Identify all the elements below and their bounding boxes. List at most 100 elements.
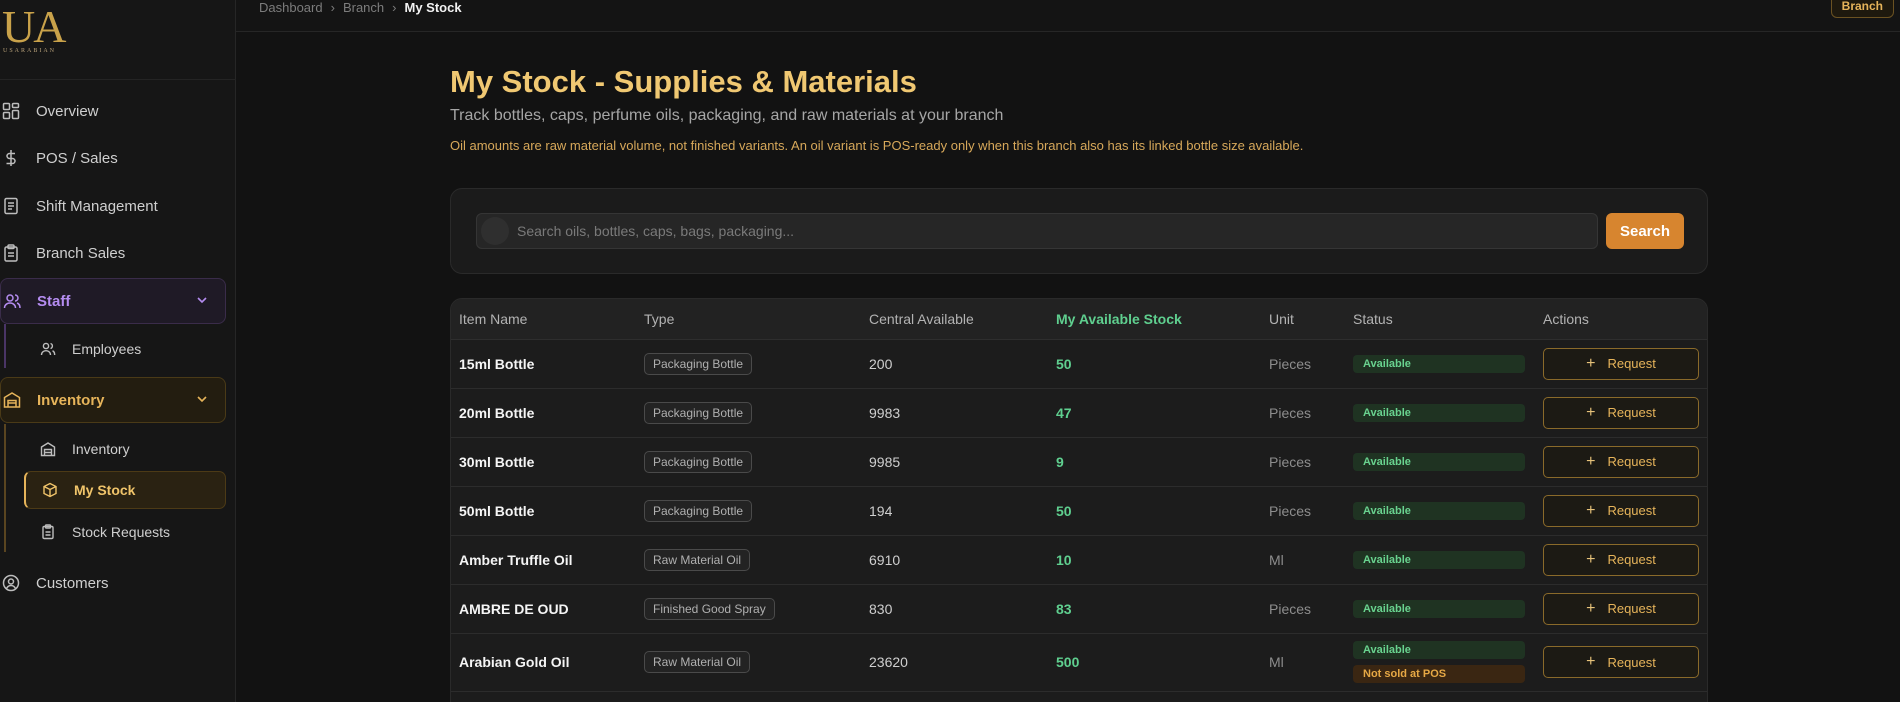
plus-icon: + <box>1586 550 1596 568</box>
sidebar-item-label: Shift Management <box>36 197 158 215</box>
request-label: Request <box>1607 356 1656 371</box>
page-note: Oil amounts are raw material volume, not… <box>450 138 1304 153</box>
my-available-stock: 47 <box>1048 388 1261 438</box>
col-status[interactable]: Status <box>1345 299 1535 340</box>
type-chip: Raw Material Oil <box>644 548 751 571</box>
actions-cell: + Request <box>1535 339 1707 389</box>
central-available: 23620 <box>861 633 1048 692</box>
sidebar: UA USARABIAN Overview POS / Sales Shift … <box>0 0 236 702</box>
sidebar-item-label: Overview <box>36 102 99 120</box>
search-input[interactable] <box>517 223 1597 239</box>
sidebar-item-label: Customers <box>36 574 109 592</box>
central-available: 200 <box>861 339 1048 389</box>
request-button[interactable]: + Request <box>1543 543 1699 576</box>
status-badge: Available <box>1353 403 1525 422</box>
type-chip: Finished Good Spray <box>644 597 775 620</box>
inventory-submenu-line <box>4 424 6 552</box>
sidebar-item-my-stock[interactable]: My Stock <box>24 471 226 509</box>
request-button[interactable]: + Request <box>1543 592 1699 625</box>
request-button[interactable]: + Request <box>1543 396 1699 429</box>
sidebar-item-branch-sales[interactable]: Branch Sales <box>0 230 228 276</box>
unit: Ml <box>1261 633 1345 692</box>
status-cell: Available <box>1345 535 1535 585</box>
logo[interactable]: UA USARABIAN <box>0 0 236 80</box>
table-header-row: Item Name Type Central Available My Avai… <box>451 299 1707 340</box>
sidebar-group-staff[interactable]: Staff <box>0 278 226 324</box>
col-type[interactable]: Type <box>636 299 861 340</box>
search-panel: Search <box>450 188 1708 274</box>
search-button[interactable]: Search <box>1606 213 1684 249</box>
search-icon <box>481 217 509 245</box>
request-button[interactable]: + Request <box>1543 494 1699 527</box>
item-name: AMBRE DE OUD <box>451 584 636 634</box>
col-my-available-stock[interactable]: My Available Stock <box>1048 299 1261 340</box>
branch-badge[interactable]: Branch <box>1830 0 1894 18</box>
box-icon <box>42 482 58 498</box>
sidebar-group-label: Inventory <box>37 391 105 409</box>
my-available-stock: 10 <box>1048 535 1261 585</box>
staff-submenu-line <box>4 324 6 368</box>
document-icon <box>2 197 20 215</box>
actions-cell: + Request <box>1535 535 1707 585</box>
col-item-name[interactable]: Item Name <box>451 299 636 340</box>
sidebar-item-label: Branch Sales <box>36 244 126 262</box>
unit: Ml <box>1261 535 1345 585</box>
status-badge: Available <box>1353 641 1525 659</box>
user-circle-icon <box>2 574 20 592</box>
plus-icon: + <box>1586 354 1596 372</box>
type-chip: Packaging Bottle <box>644 450 753 473</box>
top-bar: Dashboard › Branch › My Stock Branch <box>236 0 1900 32</box>
item-name: 20ml Bottle <box>451 388 636 438</box>
my-available-stock: 83 <box>1048 584 1261 634</box>
sidebar-item-inventory[interactable]: Inventory <box>24 430 226 468</box>
table-row: 50ml Bottle Packaging Bottle 194 50 Pieces Av… <box>451 486 1707 536</box>
item-name: 15ml Bottle <box>451 339 636 389</box>
sidebar-item-label: My Stock <box>74 482 136 498</box>
chevron-down-icon <box>197 297 207 304</box>
sidebar-item-label: Employees <box>72 341 142 357</box>
actions-cell: + Request <box>1535 388 1707 438</box>
sidebar-group-inventory[interactable]: Inventory <box>0 377 226 423</box>
status-cell: Available <box>1345 339 1535 389</box>
breadcrumb-branch[interactable]: Branch <box>343 0 384 15</box>
unit: Pieces <box>1261 339 1345 389</box>
request-button[interactable]: + Request <box>1543 445 1699 478</box>
warehouse-icon <box>3 391 21 409</box>
request-label: Request <box>1607 601 1656 616</box>
my-available-stock: 50 <box>1048 339 1261 389</box>
my-available-stock: 500 <box>1048 633 1261 692</box>
unit: Pieces <box>1261 437 1345 487</box>
sidebar-item-label: POS / Sales <box>36 149 118 167</box>
sidebar-item-overview[interactable]: Overview <box>0 88 228 134</box>
stock-table: Item Name Type Central Available My Avai… <box>450 298 1708 702</box>
item-type-cell: Raw Material Oil <box>636 535 861 585</box>
sidebar-item-pos-sales[interactable]: POS / Sales <box>0 135 228 181</box>
sidebar-item-customers[interactable]: Customers <box>0 560 228 606</box>
item-type-cell: Packaging Bottle <box>636 437 861 487</box>
status-cell: Available Not sold at POS <box>1345 633 1535 692</box>
type-chip: Raw Material Oil <box>644 651 751 673</box>
request-label: Request <box>1607 405 1656 420</box>
breadcrumb-dashboard[interactable]: Dashboard <box>259 0 323 15</box>
plus-icon: + <box>1586 501 1596 519</box>
status-cell: Available <box>1345 437 1535 487</box>
table-row: 20ml Bottle Packaging Bottle 9983 47 Pieces A… <box>451 388 1707 438</box>
type-chip: Packaging Bottle <box>644 401 753 424</box>
status-badge: Available <box>1353 354 1525 373</box>
sidebar-item-shift-management[interactable]: Shift Management <box>0 183 228 229</box>
sidebar-item-label: Inventory <box>72 441 130 457</box>
type-chip: Packaging Bottle <box>644 499 753 522</box>
sidebar-item-employees[interactable]: Employees <box>24 330 226 368</box>
users-icon <box>3 292 21 310</box>
request-button[interactable]: + Request <box>1543 347 1699 380</box>
request-button[interactable]: + Request <box>1543 646 1699 678</box>
status-badge: Available <box>1353 452 1525 471</box>
request-label: Request <box>1607 654 1656 670</box>
page-title: My Stock - Supplies & Materials <box>450 64 917 99</box>
col-unit[interactable]: Unit <box>1261 299 1345 340</box>
actions-cell: + Request <box>1535 486 1707 536</box>
central-available: 9983 <box>861 388 1048 438</box>
breadcrumb: Dashboard › Branch › My Stock <box>259 0 462 15</box>
sidebar-item-stock-requests[interactable]: Stock Requests <box>24 513 226 551</box>
col-central-available[interactable]: Central Available <box>861 299 1048 340</box>
